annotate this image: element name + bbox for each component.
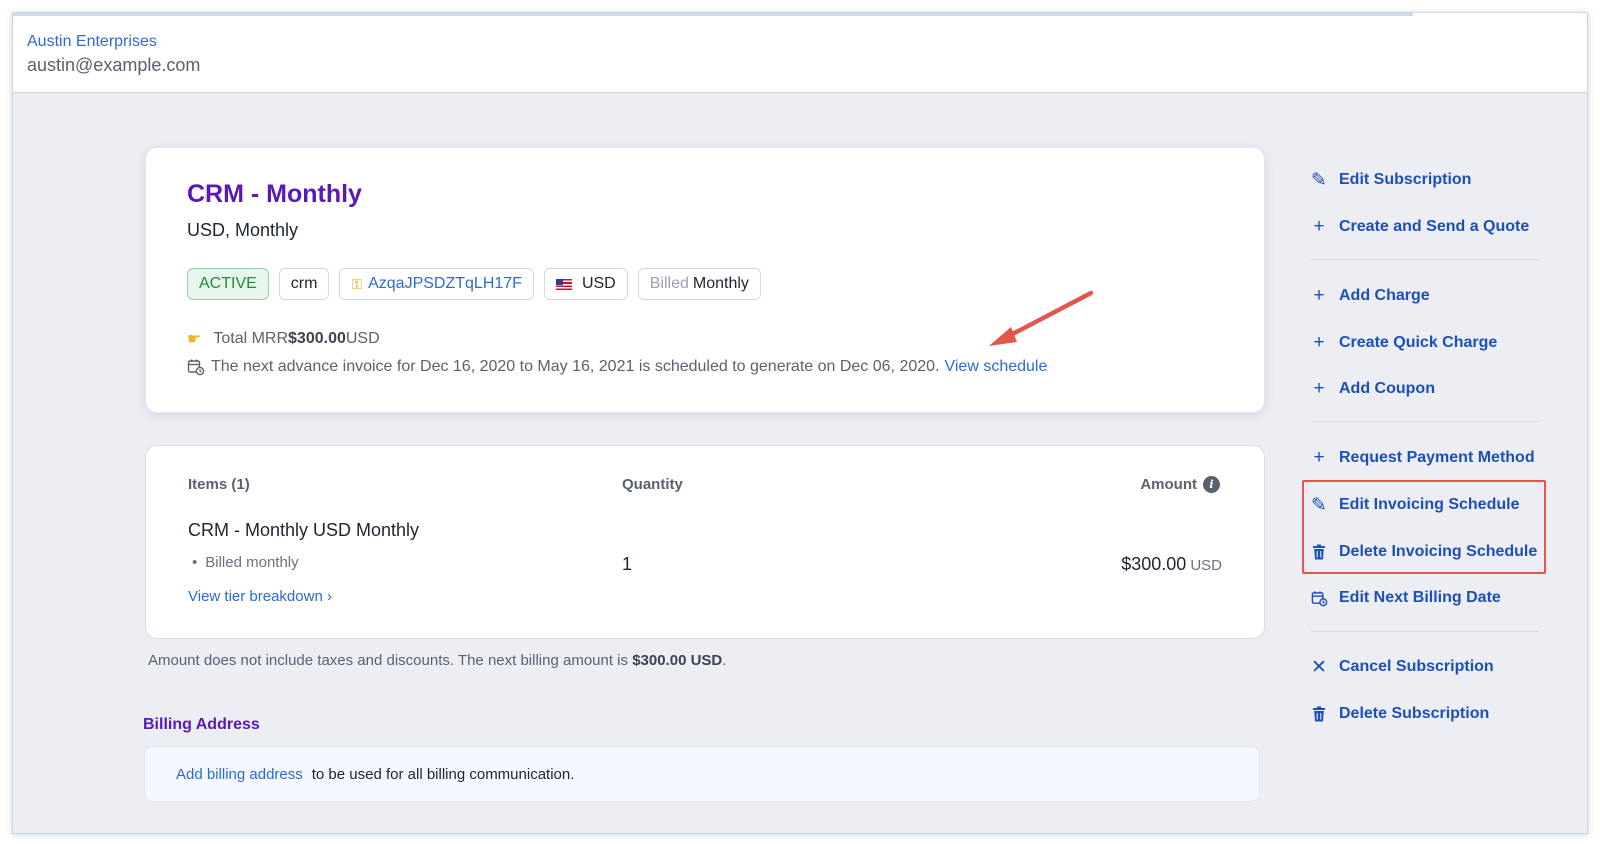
view-schedule-link[interactable]: View schedule — [944, 358, 1047, 376]
add-coupon-label: Add Coupon — [1339, 380, 1435, 397]
actions-divider — [1311, 259, 1539, 260]
plus-icon: + — [1313, 285, 1325, 306]
billing-period-badge: Billed Monthly — [637, 268, 761, 300]
delete-subscription-button[interactable]: Delete Subscription — [1309, 700, 1489, 728]
add-billing-address-link[interactable]: Add billing address — [176, 766, 303, 783]
plan-title: CRM - Monthly — [187, 180, 362, 208]
item-name: CRM - Monthly USD Monthly — [188, 520, 420, 540]
edit-next-billing-date-label: Edit Next Billing Date — [1339, 589, 1501, 606]
currency-badge: USD — [543, 268, 628, 300]
request-payment-method-button[interactable]: + Request Payment Method — [1309, 444, 1535, 472]
plus-icon: + — [1313, 378, 1325, 399]
chevron-right-icon: › — [326, 588, 332, 605]
plus-icon: + — [1313, 447, 1325, 468]
tier-link-label: View tier breakdown — [188, 588, 323, 605]
item-quantity: 1 — [622, 554, 633, 574]
product-badge: crm — [278, 268, 330, 300]
pencil-icon: ✎ — [1311, 169, 1327, 191]
next-billing-amount: $300.00 USD — [632, 652, 723, 669]
tax-note-end: . — [722, 652, 727, 669]
actions-divider — [1311, 421, 1539, 422]
items-column-header: Items (1) — [188, 476, 250, 493]
item-amount-value: $300.00 — [1121, 554, 1187, 574]
tax-note: Amount does not include taxes and discou… — [148, 652, 726, 669]
edit-next-billing-date-button[interactable]: Edit Next Billing Date — [1309, 584, 1501, 612]
view-tier-breakdown-link[interactable]: View tier breakdown › — [188, 588, 332, 605]
cancel-subscription-button[interactable]: ✕ Cancel Subscription — [1309, 653, 1494, 681]
create-quote-button[interactable]: + Create and Send a Quote — [1309, 213, 1529, 241]
plus-icon: + — [1313, 332, 1325, 353]
annotation-highlight-box — [1302, 480, 1546, 574]
mrr-value: $300.00 — [288, 330, 346, 347]
actions-divider — [1311, 631, 1539, 632]
customer-email: austin@example.com — [27, 55, 201, 75]
quantity-column-header: Quantity — [622, 476, 683, 493]
customer-company-link[interactable]: Austin Enterprises — [27, 33, 157, 51]
customer-header: Austin Enterprises austin@example.com — [13, 13, 1587, 93]
billing-address-box: Add billing address to be used for all b… — [144, 746, 1260, 802]
annotation-arrow-icon — [989, 290, 1094, 346]
pointing-hand-icon: ☛ — [187, 331, 202, 348]
item-amount: $300.00 USD — [1121, 554, 1222, 575]
billing-address-heading: Billing Address — [143, 716, 260, 733]
create-quick-charge-button[interactable]: + Create Quick Charge — [1309, 329, 1497, 357]
request-payment-method-label: Request Payment Method — [1339, 449, 1535, 466]
mrr-row: ☛ Total MRR $300.00 USD — [187, 329, 380, 349]
next-invoice-text: The next advance invoice for Dec 16, 202… — [211, 358, 940, 375]
amount-header-label: Amount — [1140, 476, 1197, 493]
subscription-card: CRM - Monthly USD, Monthly ACTIVE crm ⚿ … — [145, 147, 1265, 413]
cancel-subscription-label: Cancel Subscription — [1339, 658, 1494, 675]
status-badge: ACTIVE — [187, 268, 269, 300]
subscription-id-badge[interactable]: ⚿ AzqaJPSDZTqLH17F — [339, 268, 534, 300]
app-frame: Austin Enterprises austin@example.com CR… — [12, 12, 1588, 834]
subscription-id: AzqaJPSDZTqLH17F — [368, 275, 522, 292]
calendar-clock-icon — [187, 358, 205, 376]
create-quote-label: Create and Send a Quote — [1339, 218, 1530, 235]
key-icon: ⚿ — [351, 275, 363, 292]
plan-subtitle: USD, Monthly — [187, 220, 299, 240]
item-amount-currency: USD — [1190, 557, 1222, 574]
badge-row: ACTIVE crm ⚿ AzqaJPSDZTqLH17F USD Billed… — [187, 268, 761, 300]
add-charge-label: Add Charge — [1339, 287, 1430, 304]
delete-subscription-label: Delete Subscription — [1339, 705, 1490, 722]
amount-column-header: Amount i — [1140, 476, 1220, 493]
add-coupon-button[interactable]: + Add Coupon — [1309, 375, 1435, 403]
info-icon[interactable]: i — [1203, 476, 1220, 493]
edit-subscription-button[interactable]: ✎ Edit Subscription — [1309, 166, 1471, 194]
close-icon: ✕ — [1311, 656, 1327, 678]
item-billing-frequency: Billed monthly — [192, 554, 298, 571]
create-quick-charge-label: Create Quick Charge — [1339, 334, 1498, 351]
mrr-currency: USD — [345, 330, 380, 347]
edit-subscription-label: Edit Subscription — [1339, 171, 1472, 188]
loading-bar — [13, 13, 1413, 16]
next-invoice-row: The next advance invoice for Dec 16, 202… — [187, 358, 1047, 376]
billed-value: Monthly — [692, 275, 749, 292]
billing-address-text: to be used for all billing communication… — [311, 765, 575, 783]
mrr-label: Total MRR — [213, 330, 289, 347]
items-card: Items (1) Quantity Amount i CRM - Monthl… — [145, 445, 1265, 639]
plus-icon: + — [1313, 216, 1325, 237]
us-flag-icon — [555, 278, 572, 290]
tax-note-text: Amount does not include taxes and discou… — [148, 652, 629, 669]
add-charge-button[interactable]: + Add Charge — [1309, 282, 1430, 310]
trash-icon — [1309, 706, 1329, 722]
calendar-clock-icon — [1309, 590, 1329, 607]
billed-prefix: Billed — [649, 275, 689, 292]
currency-code: USD — [581, 275, 616, 292]
